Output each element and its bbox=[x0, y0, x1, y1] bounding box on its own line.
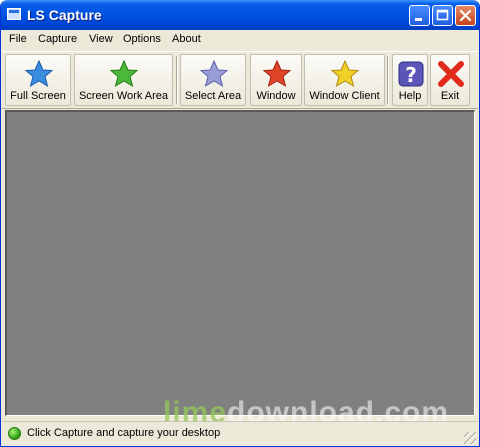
window-title: LS Capture bbox=[27, 7, 102, 23]
window-button[interactable]: Window bbox=[250, 54, 302, 106]
maximize-button[interactable] bbox=[432, 5, 453, 26]
window-client-button[interactable]: Window Client bbox=[304, 54, 385, 106]
maximize-icon bbox=[436, 9, 449, 21]
lavender-star-icon bbox=[199, 59, 229, 88]
toolbar-separator bbox=[387, 56, 389, 104]
menu-file[interactable]: File bbox=[9, 33, 27, 45]
menu-options[interactable]: Options bbox=[123, 33, 161, 45]
screen-work-area-button[interactable]: Screen Work Area bbox=[74, 54, 173, 106]
exit-button[interactable]: Exit bbox=[430, 54, 470, 106]
red-x-icon bbox=[438, 61, 464, 87]
menu-bar: File Capture View Options About bbox=[1, 30, 479, 50]
status-indicator-icon bbox=[8, 427, 21, 440]
status-bar: Click Capture and capture your desktop bbox=[2, 421, 478, 446]
select-area-button[interactable]: Select Area bbox=[180, 54, 246, 106]
title-bar[interactable]: LS Capture bbox=[1, 0, 479, 30]
exit-label: Exit bbox=[440, 90, 460, 102]
blue-star-icon bbox=[24, 59, 54, 88]
minimize-button[interactable] bbox=[409, 5, 430, 26]
svg-text:?: ? bbox=[405, 63, 417, 87]
help-label: Help bbox=[398, 90, 422, 102]
full-screen-label: Full Screen bbox=[10, 90, 66, 102]
green-star-icon bbox=[109, 59, 139, 88]
select-area-label: Select Area bbox=[184, 90, 242, 102]
status-text: Click Capture and capture your desktop bbox=[27, 427, 221, 439]
help-question-icon: ? bbox=[398, 61, 424, 87]
toolbar: Full Screen Screen Work Area Select Area… bbox=[2, 51, 478, 109]
yellow-star-icon bbox=[330, 59, 360, 88]
capture-preview-area[interactable] bbox=[5, 110, 475, 416]
window-client-label: Window Client bbox=[309, 90, 380, 102]
help-button[interactable]: ? Help bbox=[392, 54, 428, 106]
close-button[interactable] bbox=[455, 5, 476, 26]
toolbar-separator bbox=[176, 56, 178, 104]
window-label: Window bbox=[256, 90, 296, 102]
red-star-icon bbox=[262, 59, 292, 88]
screen-work-area-label: Screen Work Area bbox=[78, 90, 169, 102]
menu-capture[interactable]: Capture bbox=[38, 33, 77, 45]
close-icon bbox=[459, 9, 472, 22]
app-window: LS Capture File Capture View Options Abo… bbox=[0, 0, 480, 447]
menu-about[interactable]: About bbox=[172, 33, 201, 45]
menu-view[interactable]: View bbox=[89, 33, 113, 45]
app-window-icon[interactable] bbox=[7, 8, 21, 20]
minimize-icon bbox=[415, 18, 422, 21]
full-screen-button[interactable]: Full Screen bbox=[5, 54, 71, 106]
resize-grip[interactable] bbox=[464, 432, 476, 444]
